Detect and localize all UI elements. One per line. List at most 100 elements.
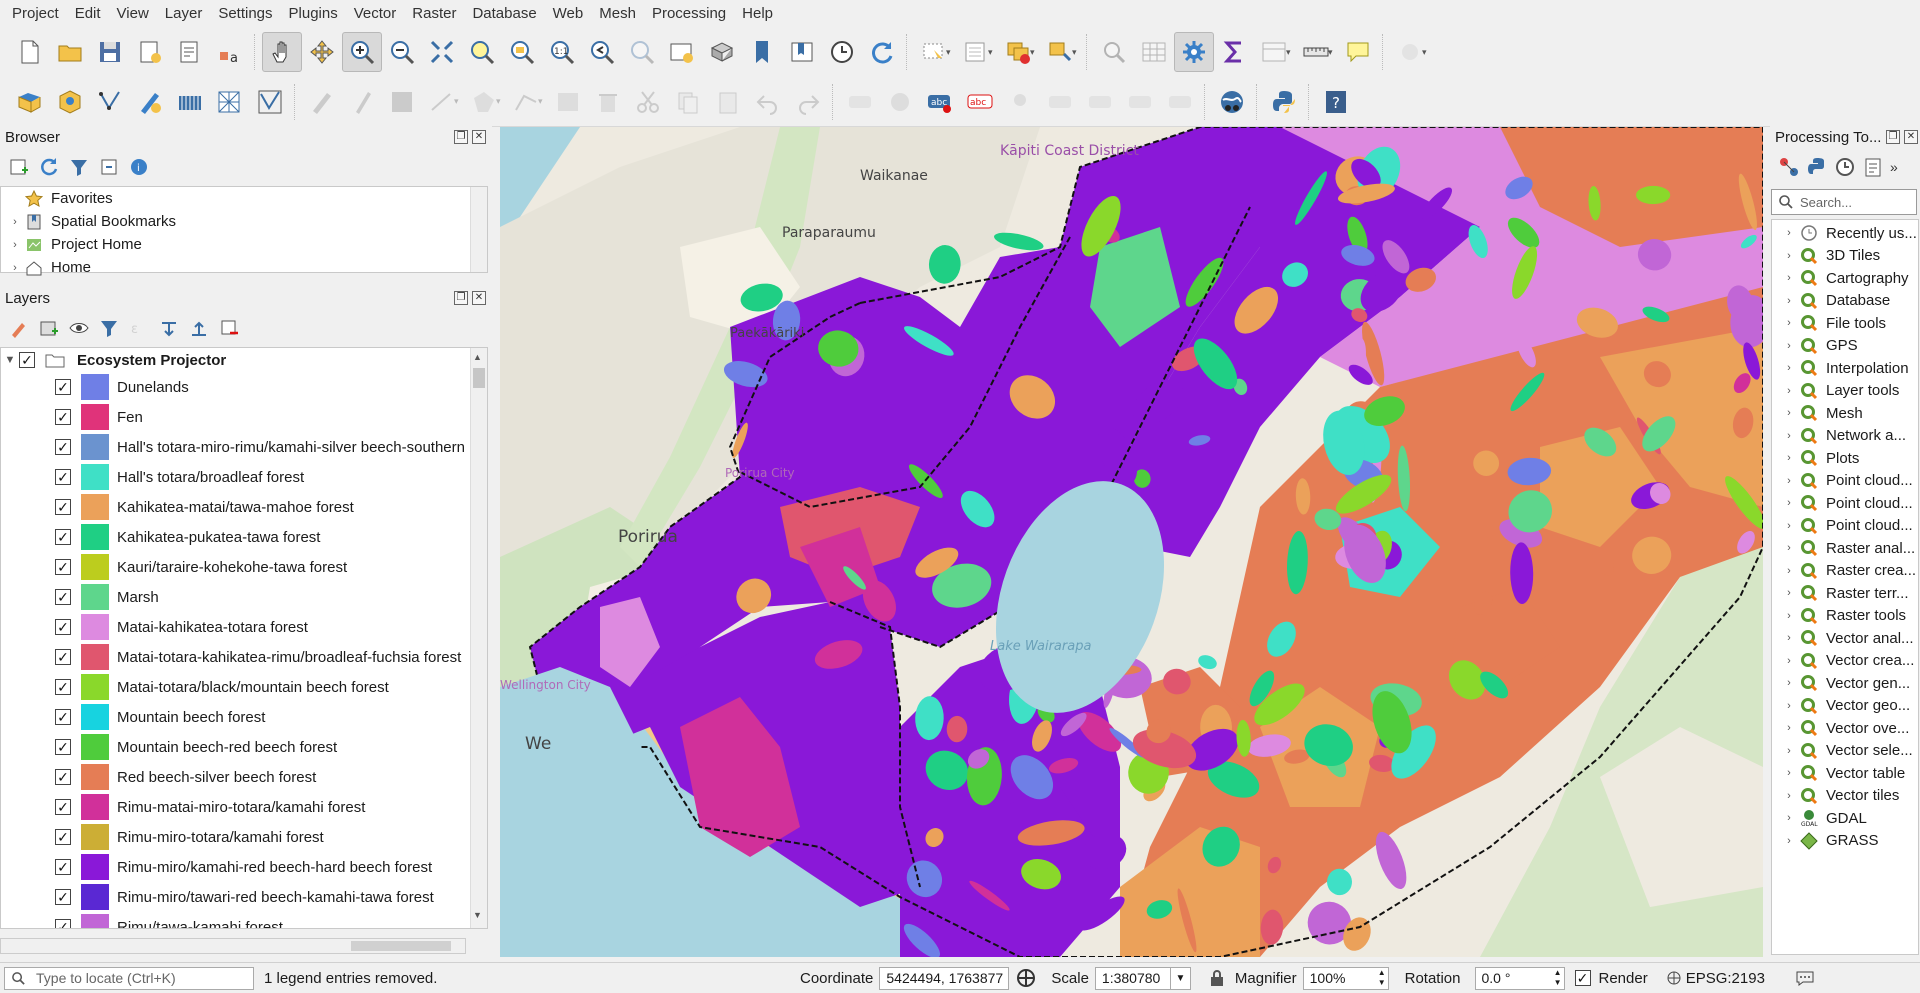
scripts-icon[interactable] <box>1806 156 1828 178</box>
processing-provider-item[interactable]: › Layer tools <box>1772 380 1918 403</box>
pan-to-selection-icon[interactable] <box>302 32 342 72</box>
processing-provider-item[interactable]: › Plots <box>1772 447 1918 470</box>
layer-item[interactable]: ✓ Mountain beech-red beech forest <box>1 732 487 762</box>
browser-item[interactable]: › Home <box>1 256 487 279</box>
processing-toolbox-icon[interactable] <box>1174 32 1214 72</box>
change-label-icon[interactable] <box>1160 82 1200 122</box>
layer-diagram-options-icon[interactable]: abc <box>960 82 1000 122</box>
expand-arrow-icon[interactable]: › <box>1782 295 1796 307</box>
browser-item[interactable]: › Spatial Bookmarks <box>1 210 487 233</box>
toggle-editing-icon[interactable] <box>342 82 382 122</box>
layer-visibility-checkbox[interactable]: ✓ <box>55 589 71 605</box>
locator-input[interactable]: Type to locate (Ctrl+K) <box>4 966 254 990</box>
style-manager-icon[interactable]: a <box>210 32 250 72</box>
layer-visibility-checkbox[interactable]: ✓ <box>55 529 71 545</box>
help-icon[interactable]: ? <box>1316 82 1356 122</box>
properties-icon[interactable]: i <box>128 156 150 178</box>
zoom-full-icon[interactable] <box>422 32 462 72</box>
models-icon[interactable] <box>1778 156 1800 178</box>
menu-edit[interactable]: Edit <box>67 0 109 27</box>
zoom-next-icon[interactable] <box>622 32 662 72</box>
scale-field[interactable]: 1:380780 ▼ <box>1094 966 1191 990</box>
processing-provider-item[interactable]: › Point cloud... <box>1772 470 1918 493</box>
processing-provider-item[interactable]: › Point cloud... <box>1772 515 1918 538</box>
layer-item[interactable]: ✓ Rimu-miro/kamahi-red beech-hard beech f… <box>1 852 487 882</box>
expand-arrow-icon[interactable]: › <box>1782 250 1796 262</box>
menu-layer[interactable]: Layer <box>157 0 211 27</box>
layer-visibility-checkbox[interactable]: ✓ <box>55 439 71 455</box>
redo-icon[interactable] <box>788 82 828 122</box>
expand-arrow-icon[interactable]: › <box>1782 722 1796 734</box>
new-print-layout-icon[interactable] <box>130 32 170 72</box>
layer-visibility-checkbox[interactable]: ✓ <box>55 499 71 515</box>
layer-tree[interactable]: ▼ ✓ Ecosystem Projector ✓ Dunelands ✓ Fen ✓ H… <box>0 347 488 929</box>
processing-provider-item[interactable]: › 3D Tiles <box>1772 245 1918 268</box>
refresh-browser-icon[interactable] <box>38 156 60 178</box>
quickmapservices-icon[interactable] <box>1212 82 1252 122</box>
open-field-calculator-icon[interactable] <box>1254 32 1294 72</box>
layer-visibility-checkbox[interactable]: ✓ <box>55 799 71 815</box>
zoom-in-icon[interactable] <box>342 32 382 72</box>
browser-item[interactable]: › Project Home <box>1 233 487 256</box>
processing-provider-item[interactable]: › Mesh <box>1772 402 1918 425</box>
browser-item[interactable]: Favorites <box>1 187 487 210</box>
rotation-field[interactable]: 0.0 ° ▲ ▼ <box>1474 966 1565 990</box>
expand-arrow-icon[interactable]: › <box>1782 385 1796 397</box>
expand-arrow-icon[interactable]: › <box>1782 520 1796 532</box>
layer-visibility-checkbox[interactable]: ✓ <box>55 649 71 665</box>
layer-item[interactable]: ✓ Dunelands <box>1 372 487 402</box>
expand-arrow-icon[interactable]: › <box>1782 272 1796 284</box>
expand-arrow-icon[interactable]: › <box>5 216 25 228</box>
close-panel-icon[interactable]: ✕ <box>472 291 486 305</box>
zoom-last-icon[interactable] <box>582 32 622 72</box>
layout-manager-icon[interactable] <box>170 32 210 72</box>
processing-provider-item[interactable]: › GPS <box>1772 335 1918 358</box>
rotate-label-icon[interactable] <box>1120 82 1160 122</box>
spin-arrows-icon[interactable]: ▲ ▼ <box>1554 968 1564 989</box>
processing-provider-item[interactable]: › Recently us... <box>1772 222 1918 245</box>
new-virtual-layer-icon[interactable] <box>170 82 210 122</box>
menu-web[interactable]: Web <box>545 0 592 27</box>
expand-arrow-icon[interactable]: › <box>1782 632 1796 644</box>
layer-visibility-checkbox[interactable]: ✓ <box>55 769 71 785</box>
layer-item[interactable]: ✓ Rimu/tawa-kamahi forest <box>1 912 487 928</box>
collapse-arrow-icon[interactable]: ▼ <box>1 354 19 366</box>
messages-icon[interactable] <box>1795 970 1815 986</box>
results-viewer-icon[interactable] <box>1862 156 1884 178</box>
annotation-settings-icon[interactable] <box>1390 32 1430 72</box>
menu-raster[interactable]: Raster <box>404 0 464 27</box>
refresh-icon[interactable] <box>862 32 902 72</box>
browser-scrollbar[interactable] <box>470 187 487 272</box>
expand-arrow-icon[interactable]: › <box>1782 340 1796 352</box>
layer-visibility-checkbox[interactable]: ✓ <box>55 829 71 845</box>
pan-map-icon[interactable] <box>262 32 302 72</box>
layer-visibility-checkbox[interactable]: ✓ <box>55 619 71 635</box>
processing-provider-item[interactable]: › GRASS <box>1772 830 1918 853</box>
history-icon[interactable] <box>1834 156 1856 178</box>
processing-provider-item[interactable]: › Network a... <box>1772 425 1918 448</box>
new-bookmark-icon[interactable] <box>742 32 782 72</box>
expand-arrow-icon[interactable]: › <box>1782 835 1796 847</box>
layer-item[interactable]: ✓ Matai-totara/black/mountain beech fores… <box>1 672 487 702</box>
save-layer-edits-icon[interactable] <box>382 82 422 122</box>
menu-help[interactable]: Help <box>734 0 781 27</box>
close-panel-icon[interactable]: ✕ <box>1904 130 1918 144</box>
label-tool-icon[interactable] <box>840 82 880 122</box>
manage-visibility-icon[interactable] <box>68 317 90 339</box>
processing-provider-item[interactable]: › Vector sele... <box>1772 740 1918 763</box>
layer-item[interactable]: ✓ Rimu-miro/tawari-red beech-kamahi-tawa … <box>1 882 487 912</box>
processing-provider-item[interactable]: › Vector ove... <box>1772 717 1918 740</box>
remove-layer-icon[interactable] <box>218 317 240 339</box>
processing-provider-item[interactable]: › Vector table <box>1772 762 1918 785</box>
expand-arrow-icon[interactable]: › <box>1782 362 1796 374</box>
layer-visibility-checkbox[interactable]: ✓ <box>55 469 71 485</box>
layer-visibility-checkbox[interactable]: ✓ <box>55 919 71 928</box>
menu-settings[interactable]: Settings <box>210 0 280 27</box>
expand-arrow-icon[interactable]: › <box>1782 700 1796 712</box>
layer-item[interactable]: ✓ Fen <box>1 402 487 432</box>
menu-database[interactable]: Database <box>464 0 544 27</box>
layer-item[interactable]: ✓ Hall's totara-miro-rimu/kamahi-silver b… <box>1 432 487 462</box>
processing-provider-item[interactable]: › Interpolation <box>1772 357 1918 380</box>
crs-value[interactable]: EPSG:2193 <box>1686 970 1765 987</box>
expand-arrow-icon[interactable]: › <box>1782 475 1796 487</box>
